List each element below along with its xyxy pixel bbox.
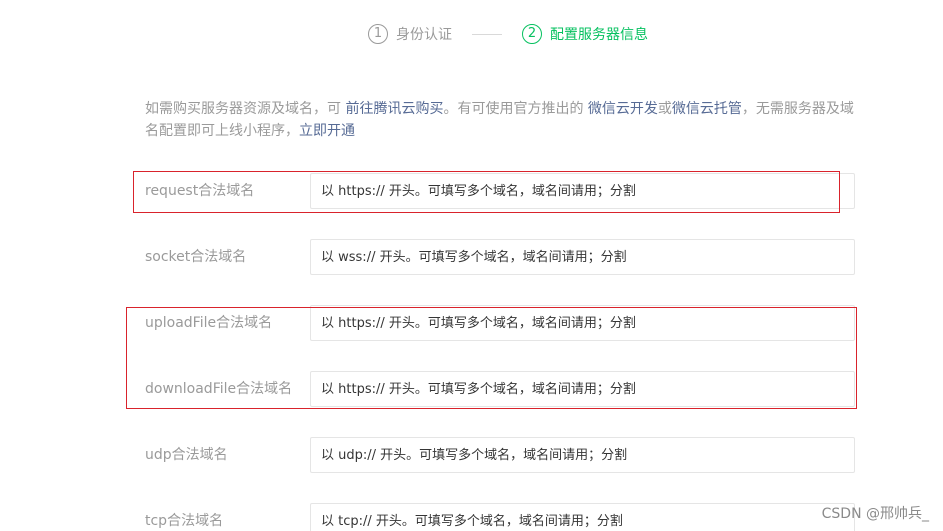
socket-domain-input[interactable]	[310, 239, 855, 275]
step-divider	[472, 33, 502, 35]
intro-text-2: 。有可使用官方推出的	[443, 101, 588, 117]
downloadfile-domain-label: downloadFile合法域名	[145, 381, 293, 397]
intro-text: 如需购买服务器资源及域名，可 前往腾讯云购买。有可使用官方推出的 微信云开发或微…	[145, 98, 865, 142]
cloud-dev-link[interactable]: 微信云开发	[588, 101, 658, 117]
uploadfile-domain-label: uploadFile合法域名	[145, 315, 273, 331]
step-number: 2	[522, 24, 542, 44]
udp-domain-input[interactable]	[310, 437, 855, 473]
activate-now-link[interactable]: 立即开通	[299, 123, 355, 139]
form-row-request: request合法域名	[0, 173, 943, 209]
udp-domain-label: udp合法域名	[145, 447, 228, 463]
tcp-domain-input[interactable]	[310, 503, 855, 531]
form-row-uploadfile: uploadFile合法域名	[0, 305, 943, 341]
socket-domain-label: socket合法域名	[145, 249, 247, 265]
downloadfile-domain-input[interactable]	[310, 371, 855, 407]
uploadfile-domain-input[interactable]	[310, 305, 855, 341]
intro-text-1: 如需购买服务器资源及域名，可	[145, 101, 346, 117]
form-row-downloadfile: downloadFile合法域名	[0, 371, 943, 407]
form-row-udp: udp合法域名	[0, 437, 943, 473]
step-identity: 1 身份认证	[368, 24, 452, 44]
step-label: 配置服务器信息	[550, 27, 648, 43]
step-server-config: 2 配置服务器信息	[522, 24, 648, 44]
intro-text-3: 或	[657, 101, 672, 117]
step-number: 1	[368, 24, 388, 44]
step-label: 身份认证	[396, 27, 452, 43]
tencent-cloud-link[interactable]: 前往腾讯云购买	[345, 101, 443, 117]
form-row-tcp: tcp合法域名	[0, 503, 943, 531]
watermark: CSDN @邢帅兵_	[821, 506, 929, 522]
tcp-domain-label: tcp合法域名	[145, 513, 224, 529]
page: 1 身份认证 2 配置服务器信息 如需购买服务器资源及域名，可 前往腾讯云购买。…	[0, 0, 943, 531]
form-row-socket: socket合法域名	[0, 239, 943, 275]
cloud-hosting-link[interactable]: 微信云托管	[672, 101, 742, 117]
step-indicator: 1 身份认证 2 配置服务器信息	[368, 22, 648, 46]
request-domain-label: request合法域名	[145, 183, 255, 199]
request-domain-input[interactable]	[310, 173, 855, 209]
